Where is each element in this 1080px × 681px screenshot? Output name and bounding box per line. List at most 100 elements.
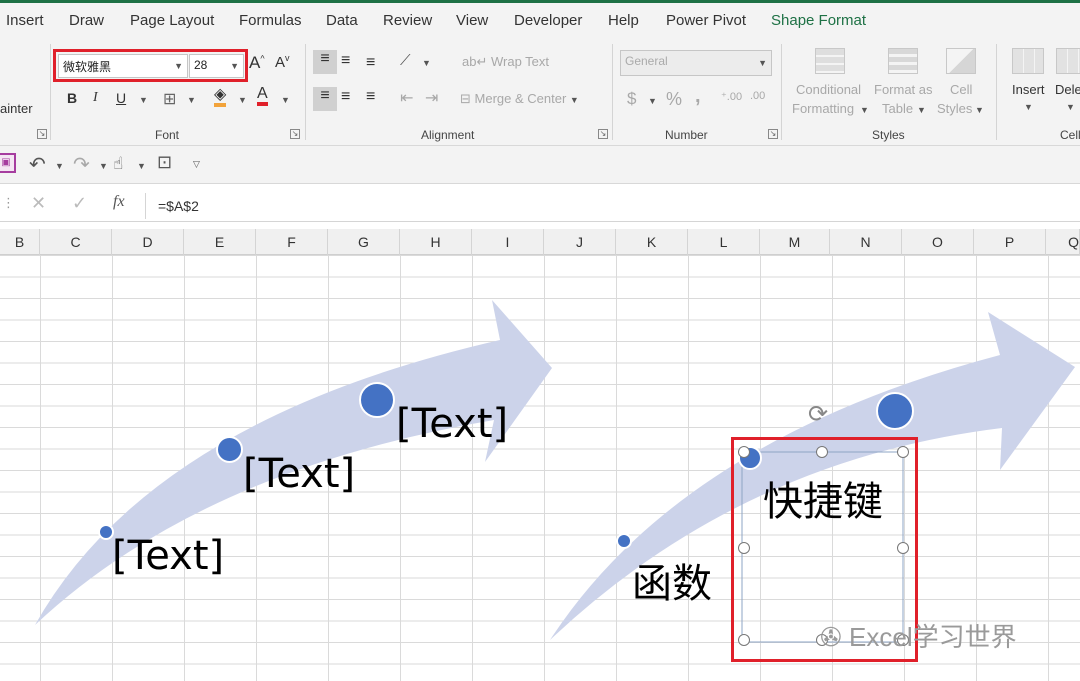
column-header[interactable]: K bbox=[616, 229, 688, 255]
tab-help[interactable]: Help bbox=[608, 12, 639, 29]
column-header[interactable]: D bbox=[112, 229, 184, 255]
column-header[interactable]: Q bbox=[1046, 229, 1080, 255]
align-center-icon[interactable]: ≡ bbox=[341, 88, 350, 106]
camera-icon[interactable]: ⊡ bbox=[157, 152, 172, 173]
rotate-handle-icon[interactable]: ⟳ bbox=[808, 400, 828, 429]
smartart-text[interactable]: [Text] bbox=[243, 451, 355, 497]
cell-styles-label-1[interactable]: Cell bbox=[950, 82, 972, 97]
bold-button[interactable]: B bbox=[67, 90, 77, 106]
tab-developer[interactable]: Developer bbox=[514, 12, 582, 29]
customize-qat-icon[interactable]: ▽ bbox=[193, 159, 200, 170]
insert-function-button[interactable]: fx bbox=[113, 193, 125, 211]
smartart-dot[interactable] bbox=[876, 392, 914, 430]
currency-button[interactable]: $ bbox=[627, 89, 636, 109]
tab-data[interactable]: Data bbox=[326, 12, 358, 29]
column-header[interactable]: J bbox=[544, 229, 616, 255]
tab-draw[interactable]: Draw bbox=[69, 12, 104, 29]
tab-power-pivot[interactable]: Power Pivot bbox=[666, 12, 746, 29]
conditional-formatting-label-2[interactable]: Formatting bbox=[792, 101, 854, 116]
tab-formulas[interactable]: Formulas bbox=[239, 12, 302, 29]
font-color-button[interactable]: A bbox=[257, 86, 268, 106]
chevron-down-icon[interactable]: ▼ bbox=[422, 58, 431, 68]
comma-button[interactable]: , bbox=[695, 85, 701, 108]
column-header[interactable]: P bbox=[974, 229, 1046, 255]
chevron-down-icon[interactable]: ▼ bbox=[137, 161, 146, 171]
decrease-font-icon[interactable]: Av bbox=[275, 53, 290, 71]
smartart-text[interactable]: 函数 bbox=[632, 551, 712, 609]
column-header[interactable]: O bbox=[902, 229, 974, 255]
decrease-indent-icon[interactable]: ⇤ bbox=[400, 88, 413, 108]
column-header[interactable]: I bbox=[472, 229, 544, 255]
chevron-down-icon[interactable]: ▼ bbox=[1066, 102, 1075, 112]
wrap-text-button[interactable]: ab↵ Wrap Text bbox=[462, 54, 549, 70]
column-header[interactable]: E bbox=[184, 229, 256, 255]
chevron-down-icon[interactable]: ▼ bbox=[55, 161, 64, 171]
cell-styles-icon[interactable] bbox=[946, 48, 976, 74]
tab-review[interactable]: Review bbox=[383, 12, 432, 29]
column-header[interactable]: F bbox=[256, 229, 328, 255]
align-right-icon[interactable]: ≡ bbox=[366, 88, 375, 106]
touch-mode-icon[interactable]: ☝ bbox=[113, 154, 123, 174]
smartart-dot[interactable] bbox=[616, 533, 632, 549]
number-launcher-icon[interactable]: ↘ bbox=[768, 129, 778, 139]
align-left-icon[interactable]: ≡ bbox=[313, 87, 337, 111]
smartart-text[interactable]: [Text] bbox=[112, 533, 224, 579]
chevron-down-icon[interactable]: ▼ bbox=[281, 95, 290, 105]
column-header[interactable]: B bbox=[0, 229, 40, 255]
column-header[interactable]: L bbox=[688, 229, 760, 255]
delete-cells-label[interactable]: Dele bbox=[1055, 82, 1080, 97]
font-launcher-icon[interactable]: ↘ bbox=[290, 129, 300, 139]
cancel-entry-icon[interactable]: ✕ bbox=[31, 193, 46, 214]
orientation-icon[interactable]: ⟋ bbox=[400, 52, 411, 69]
delete-cells-icon[interactable] bbox=[1056, 48, 1080, 74]
conditional-formatting-icon[interactable] bbox=[815, 48, 845, 74]
increase-font-icon[interactable]: A^ bbox=[249, 53, 265, 73]
column-header[interactable]: H bbox=[400, 229, 472, 255]
number-format-select[interactable]: General ▼ bbox=[620, 50, 772, 76]
middle-align-icon[interactable]: ≡ bbox=[341, 52, 350, 70]
increase-indent-icon[interactable]: ⇥ bbox=[425, 88, 438, 108]
format-painter-label[interactable]: ainter bbox=[0, 101, 33, 116]
save-icon[interactable]: ▣ bbox=[0, 153, 16, 173]
borders-icon[interactable]: ⊞ bbox=[163, 89, 176, 109]
column-header[interactable]: N bbox=[830, 229, 902, 255]
format-as-table-label-1[interactable]: Format as bbox=[874, 82, 933, 97]
insert-cells-label[interactable]: Insert bbox=[1012, 82, 1045, 97]
smartart-dot[interactable] bbox=[359, 382, 395, 418]
undo-icon[interactable]: ↶ bbox=[29, 152, 46, 177]
chevron-down-icon[interactable]: ▼ bbox=[99, 161, 108, 171]
merge-center-button[interactable]: ⊟ Merge & Center ▼ bbox=[460, 91, 579, 107]
formula-input[interactable]: =$A$2 bbox=[145, 193, 1080, 219]
percent-button[interactable]: % bbox=[666, 89, 682, 110]
chevron-down-icon[interactable]: ▼ bbox=[860, 105, 869, 115]
chevron-down-icon[interactable]: ▼ bbox=[975, 105, 984, 115]
chevron-down-icon[interactable]: ▼ bbox=[648, 96, 657, 106]
format-as-table-label-2[interactable]: Table bbox=[882, 101, 913, 116]
tab-page-layout[interactable]: Page Layout bbox=[130, 12, 214, 29]
redo-icon[interactable]: ↷ bbox=[73, 152, 90, 177]
clipboard-launcher-icon[interactable]: ↘ bbox=[37, 129, 47, 139]
column-header[interactable]: M bbox=[760, 229, 830, 255]
bottom-align-icon[interactable]: ≡ bbox=[366, 54, 375, 72]
decrease-decimal-icon[interactable]: .00 bbox=[750, 90, 765, 102]
increase-decimal-icon[interactable]: ⁺.00 bbox=[721, 90, 742, 103]
tab-shape-format[interactable]: Shape Format bbox=[771, 12, 866, 29]
italic-button[interactable]: I bbox=[93, 90, 98, 106]
underline-button[interactable]: U bbox=[116, 90, 126, 106]
fill-color-icon[interactable]: ◈ bbox=[214, 87, 227, 107]
smartart-text[interactable]: [Text] bbox=[396, 401, 508, 447]
tab-insert[interactable]: Insert bbox=[6, 12, 44, 29]
chevron-down-icon[interactable]: ▼ bbox=[1024, 102, 1033, 112]
format-as-table-icon[interactable] bbox=[888, 48, 918, 74]
alignment-launcher-icon[interactable]: ↘ bbox=[598, 129, 608, 139]
smartart-dot[interactable] bbox=[216, 436, 243, 463]
chevron-down-icon[interactable]: ▼ bbox=[187, 95, 196, 105]
tab-view[interactable]: View bbox=[456, 12, 488, 29]
column-header[interactable]: C bbox=[40, 229, 112, 255]
cell-styles-label-2[interactable]: Styles bbox=[937, 101, 972, 116]
insert-cells-icon[interactable] bbox=[1012, 48, 1044, 74]
top-align-icon[interactable]: ≡ bbox=[313, 50, 337, 74]
chevron-down-icon[interactable]: ▼ bbox=[238, 95, 247, 105]
confirm-entry-icon[interactable]: ✓ bbox=[72, 193, 87, 214]
conditional-formatting-label-1[interactable]: Conditional bbox=[796, 82, 861, 97]
